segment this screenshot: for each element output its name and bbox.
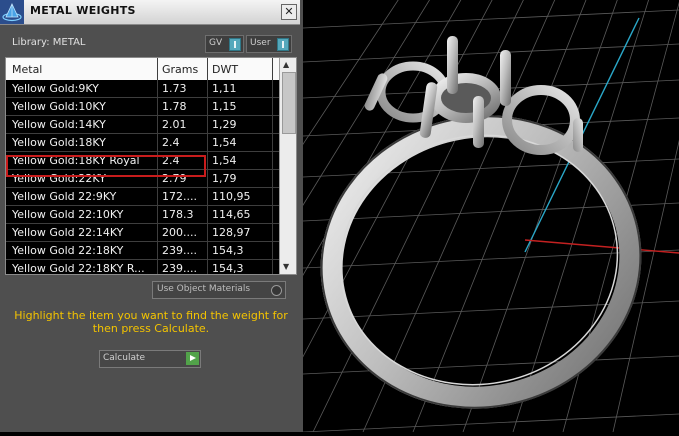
cell-grams: 239.... xyxy=(162,244,197,257)
cell-metal: Yellow Gold 22:10KY xyxy=(12,208,124,221)
cell-grams: 1.73 xyxy=(162,82,187,95)
cell-dwt: 1,11 xyxy=(212,82,237,95)
viewport-scene xyxy=(112,0,679,433)
cell-grams: 1.78 xyxy=(162,100,187,113)
scroll-up-icon[interactable]: ▲ xyxy=(283,60,289,69)
scroll-down-icon[interactable]: ▼ xyxy=(283,262,289,271)
column-header-grams[interactable]: Grams xyxy=(162,63,198,76)
pyramid-logo-icon xyxy=(0,0,24,24)
cell-metal: Yellow Gold:18KY xyxy=(12,136,106,149)
cell-grams: 239.... xyxy=(162,262,197,275)
cell-dwt: 1,15 xyxy=(212,100,237,113)
table-row[interactable]: Yellow Gold:10KY 1.78 1,15 xyxy=(6,98,279,116)
user-toggle-label: User xyxy=(250,38,271,48)
scrollbar-thumb[interactable] xyxy=(282,72,296,134)
table-header: Metal Grams DWT xyxy=(6,58,279,80)
cell-dwt: 128,97 xyxy=(212,226,251,239)
calculate-button[interactable]: Calculate xyxy=(99,350,201,368)
cell-grams: 200.... xyxy=(162,226,197,239)
cell-grams: 172.... xyxy=(162,190,197,203)
use-object-materials-label: Use Object Materials xyxy=(157,284,251,294)
user-toggle[interactable]: User xyxy=(246,35,292,53)
close-icon: ✕ xyxy=(284,5,294,18)
toggle-icon xyxy=(277,38,289,51)
cell-metal: Yellow Gold 22:9KY xyxy=(12,190,117,203)
cell-dwt: 1,54 xyxy=(212,136,237,149)
title-bar[interactable]: METAL WEIGHTS ✕ xyxy=(0,0,300,25)
library-label: Library: METAL xyxy=(12,37,86,48)
cell-dwt: 154,3 xyxy=(212,262,244,275)
vertical-scrollbar[interactable]: ▲ ▼ xyxy=(279,58,296,274)
radio-icon xyxy=(271,285,282,296)
metal-table[interactable]: Metal Grams DWT Yellow Gold:9KY 1.73 1,11 Y… xyxy=(5,57,297,275)
cell-grams: 178.3 xyxy=(162,208,194,221)
toggle-icon xyxy=(229,38,241,51)
column-header-dwt[interactable]: DWT xyxy=(212,63,238,76)
table-row[interactable]: Yellow Gold 22:14KY 200.... 128,97 xyxy=(6,224,279,242)
panel-title: METAL WEIGHTS xyxy=(30,4,136,17)
cell-dwt: 154,3 xyxy=(212,244,244,257)
cell-metal: Yellow Gold 22:18KY xyxy=(12,244,124,257)
gv-toggle-label: GV xyxy=(209,38,223,48)
gv-toggle[interactable]: GV xyxy=(205,35,244,53)
cell-dwt: 110,95 xyxy=(212,190,251,203)
play-arrow-icon[interactable] xyxy=(186,352,199,365)
cell-dwt: 1,79 xyxy=(212,172,237,185)
table-row[interactable]: Yellow Gold 22:10KY 178.3 114,65 xyxy=(6,206,279,224)
table-body: Yellow Gold:9KY 1.73 1,11 Yellow Gold:10KY 1… xyxy=(6,80,279,275)
selected-row-highlight xyxy=(6,155,206,177)
table-row[interactable]: Yellow Gold 22:18KY 239.... 154,3 xyxy=(6,242,279,260)
cell-metal: Yellow Gold 22:18KY R... xyxy=(12,262,145,275)
cell-grams: 2.01 xyxy=(162,118,187,131)
calculate-label: Calculate xyxy=(103,353,146,363)
table-row[interactable]: Yellow Gold 22:9KY 172.... 110,95 xyxy=(6,188,279,206)
3d-viewport[interactable] xyxy=(112,0,679,433)
column-header-metal[interactable]: Metal xyxy=(12,63,42,76)
table-row[interactable]: Yellow Gold:14KY 2.01 1,29 xyxy=(6,116,279,134)
cell-metal: Yellow Gold:14KY xyxy=(12,118,106,131)
cell-metal: Yellow Gold:10KY xyxy=(12,100,106,113)
use-object-materials-toggle[interactable]: Use Object Materials xyxy=(152,281,286,299)
cell-dwt: 114,65 xyxy=(212,208,251,221)
instruction-text: Highlight the item you want to find the … xyxy=(14,309,288,335)
table-row[interactable]: Yellow Gold:18KY 2.4 1,54 xyxy=(6,134,279,152)
cell-dwt: 1,29 xyxy=(212,118,237,131)
table-row[interactable]: Yellow Gold:9KY 1.73 1,11 xyxy=(6,80,279,98)
cell-metal: Yellow Gold:9KY xyxy=(12,82,99,95)
cell-metal: Yellow Gold 22:14KY xyxy=(12,226,124,239)
close-button[interactable]: ✕ xyxy=(281,4,297,20)
table-row[interactable]: Yellow Gold 22:18KY R... 239.... 154,3 xyxy=(6,260,279,275)
metal-weights-panel: METAL WEIGHTS ✕ Library: METAL GV User M… xyxy=(0,0,303,432)
cell-dwt: 1,54 xyxy=(212,154,237,167)
cell-grams: 2.4 xyxy=(162,136,180,149)
